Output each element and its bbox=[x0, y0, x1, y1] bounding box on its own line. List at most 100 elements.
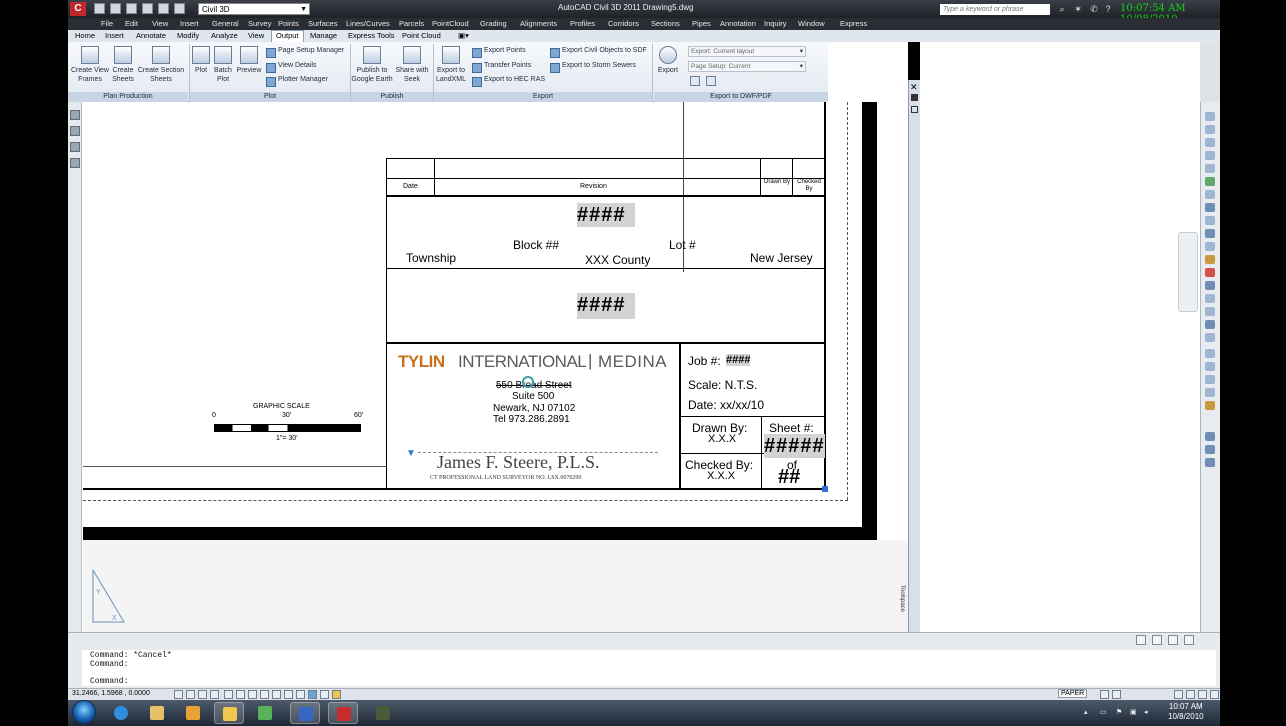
quick-properties-icon[interactable] bbox=[308, 690, 317, 699]
tab-annotate[interactable]: Annotate bbox=[136, 31, 166, 40]
insert-block-icon[interactable] bbox=[1205, 242, 1215, 251]
object-tracking-icon[interactable] bbox=[248, 690, 257, 699]
menu-file[interactable]: File bbox=[101, 19, 113, 28]
grip-triangle-icon[interactable]: ▼ bbox=[406, 448, 416, 459]
panel-title-plot[interactable]: Plot bbox=[190, 92, 350, 102]
dwf-settings-icon[interactable] bbox=[706, 76, 716, 86]
point-tool-icon[interactable] bbox=[1205, 268, 1215, 277]
move-tool-icon[interactable] bbox=[1205, 432, 1215, 441]
tab-point-cloud[interactable]: Point Cloud bbox=[402, 31, 441, 40]
share-with-seek-button[interactable]: Share with Seek bbox=[395, 46, 429, 84]
grid-display-icon[interactable] bbox=[186, 690, 195, 699]
selection-cycling-icon[interactable] bbox=[320, 690, 329, 699]
polar-tracking-icon[interactable] bbox=[210, 690, 219, 699]
tab-view[interactable]: View bbox=[248, 31, 264, 40]
print-icon[interactable] bbox=[142, 3, 153, 14]
command-history[interactable]: Command: *Cancel* Command: Command: bbox=[82, 650, 1216, 686]
hardware-acceleration-icon[interactable] bbox=[1186, 690, 1195, 699]
export-dwf-button[interactable]: Export bbox=[654, 46, 682, 75]
lock-icon[interactable] bbox=[1174, 690, 1183, 699]
tab-analyze[interactable]: Analyze bbox=[211, 31, 238, 40]
menu-general[interactable]: General bbox=[212, 19, 239, 28]
panel-title-plan-production[interactable]: Plan Production bbox=[68, 92, 188, 102]
annotation-monitor-icon[interactable] bbox=[332, 690, 341, 699]
menu-annotation[interactable]: Annotation bbox=[720, 19, 756, 28]
construction-line-icon[interactable] bbox=[1205, 138, 1215, 147]
taskbar-word[interactable] bbox=[290, 702, 320, 724]
preview-button[interactable]: Preview bbox=[235, 46, 263, 75]
export-layout-dropdown[interactable]: Export: Current layout bbox=[688, 46, 806, 57]
create-section-sheets-button[interactable]: Create Section Sheets bbox=[136, 46, 186, 84]
autohide-icon[interactable] bbox=[911, 94, 918, 101]
menu-window[interactable]: Window bbox=[798, 19, 825, 28]
close-icon[interactable]: ✕ bbox=[910, 82, 918, 93]
menu-profiles[interactable]: Profiles bbox=[570, 19, 595, 28]
polyline-tool-icon[interactable] bbox=[1205, 125, 1215, 134]
rotate-tool-icon[interactable] bbox=[1205, 445, 1215, 454]
ribbon-toggle-icon[interactable]: ▣▾ bbox=[458, 31, 469, 40]
monitor-icon[interactable]: ▣ bbox=[1130, 708, 1138, 716]
mirror-tool-icon[interactable] bbox=[1205, 375, 1215, 384]
dynamic-input-icon[interactable] bbox=[272, 690, 281, 699]
new-icon[interactable] bbox=[94, 3, 105, 14]
menu-parcels[interactable]: Parcels bbox=[399, 19, 424, 28]
taskbar-explorer[interactable] bbox=[142, 702, 172, 724]
export-hec-ras-button[interactable]: Export to HEC RAS bbox=[472, 76, 545, 87]
clean-screen-icon[interactable] bbox=[1210, 690, 1219, 699]
volume-icon[interactable]: ◂ bbox=[1144, 708, 1152, 716]
arc-tool-icon[interactable] bbox=[1205, 177, 1215, 186]
paper-space-toggle[interactable]: PAPER bbox=[1058, 689, 1088, 698]
array-tool-icon[interactable] bbox=[1205, 401, 1215, 410]
menu-survey[interactable]: Survey bbox=[248, 19, 271, 28]
line-tool-icon[interactable] bbox=[1205, 112, 1215, 121]
create-view-frames-button[interactable]: Create View Frames bbox=[70, 46, 110, 84]
menu-view[interactable]: View bbox=[152, 19, 168, 28]
object-snap-icon[interactable] bbox=[224, 690, 233, 699]
tool-icon[interactable] bbox=[70, 142, 80, 152]
annotation-scale-icon[interactable] bbox=[1168, 635, 1178, 645]
dynamic-ucs-icon[interactable] bbox=[260, 690, 269, 699]
make-block-icon[interactable] bbox=[1205, 255, 1215, 264]
taskbar-autocad[interactable] bbox=[328, 702, 358, 724]
menu-pipes[interactable]: Pipes bbox=[692, 19, 711, 28]
transfer-points-button[interactable]: Transfer Points bbox=[472, 62, 531, 73]
ortho-mode-icon[interactable] bbox=[198, 690, 207, 699]
revcloud-tool-icon[interactable] bbox=[1205, 203, 1215, 212]
communication-icon[interactable]: ✆ bbox=[1088, 3, 1100, 15]
help-icon[interactable]: ? bbox=[1102, 3, 1114, 15]
gradient-tool-icon[interactable] bbox=[1205, 294, 1215, 303]
action-center-icon[interactable]: ⚑ bbox=[1116, 708, 1124, 716]
menu-insert[interactable]: Insert bbox=[180, 19, 199, 28]
maximize-viewport-icon[interactable] bbox=[1100, 690, 1109, 699]
snap-mode-icon[interactable] bbox=[174, 690, 183, 699]
polygon-tool-icon[interactable] bbox=[1205, 151, 1215, 160]
tab-express-tools[interactable]: Express Tools bbox=[348, 31, 395, 40]
search-input[interactable]: Type a keyword or phrase bbox=[940, 4, 1050, 15]
quick-view-icon[interactable] bbox=[1112, 690, 1121, 699]
menu-sections[interactable]: Sections bbox=[651, 19, 680, 28]
isolate-objects-icon[interactable] bbox=[1198, 690, 1207, 699]
mtext-tool-icon[interactable] bbox=[1205, 333, 1215, 342]
view-details-button[interactable]: View Details bbox=[266, 62, 316, 73]
batch-plot-button[interactable]: Batch Plot bbox=[212, 46, 234, 84]
tab-modify[interactable]: Modify bbox=[177, 31, 199, 40]
tool-icon[interactable] bbox=[70, 126, 80, 136]
3d-osnap-icon[interactable] bbox=[236, 690, 245, 699]
menu-alignments[interactable]: Alignments bbox=[520, 19, 557, 28]
export-storm-sewers-button[interactable]: Export to Storm Sewers bbox=[550, 62, 636, 73]
circle-tool-icon[interactable] bbox=[1205, 190, 1215, 199]
menu-edit[interactable]: Edit bbox=[125, 19, 138, 28]
grip-square-icon[interactable] bbox=[822, 486, 828, 492]
erase-tool-icon[interactable] bbox=[1205, 349, 1215, 358]
command-input[interactable]: Command: bbox=[90, 677, 1208, 687]
search-icon[interactable]: ⌕ bbox=[1056, 3, 1068, 15]
redo-icon[interactable] bbox=[174, 3, 185, 14]
toolbar-scroll-handle[interactable] bbox=[1178, 232, 1198, 312]
hatch-tool-icon[interactable] bbox=[1205, 281, 1215, 290]
save-icon[interactable] bbox=[126, 3, 137, 14]
menu-points[interactable]: Points bbox=[278, 19, 299, 28]
taskbar-app[interactable] bbox=[250, 702, 280, 724]
create-sheets-button[interactable]: Create Sheets bbox=[112, 46, 134, 84]
menu-inquiry[interactable]: Inquiry bbox=[764, 19, 787, 28]
taskbar-outlook[interactable] bbox=[214, 702, 244, 724]
